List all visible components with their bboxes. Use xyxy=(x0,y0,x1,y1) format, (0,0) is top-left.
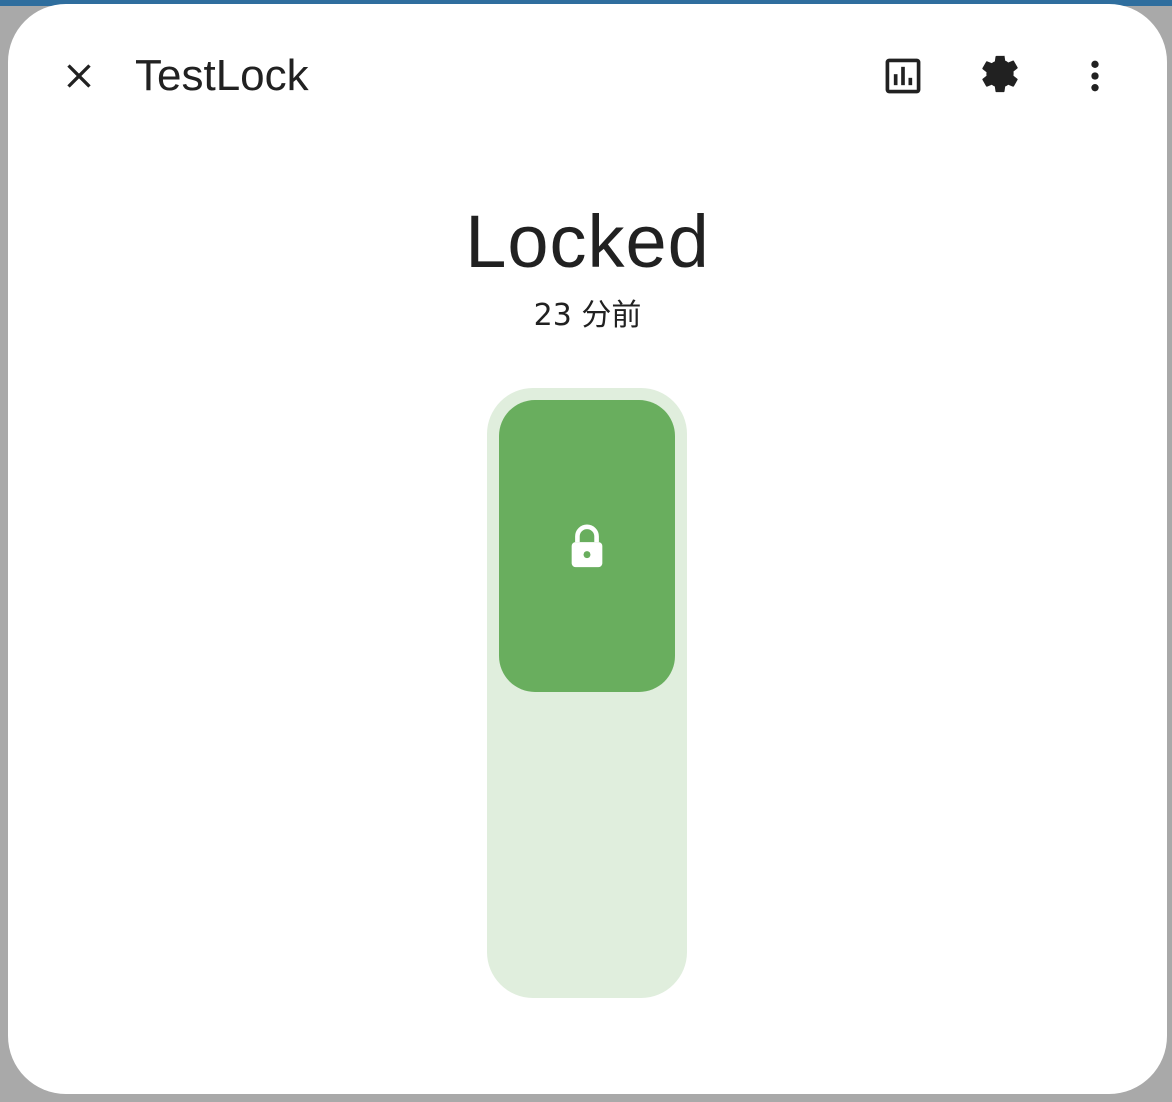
close-icon xyxy=(67,64,91,88)
lock-toggle-switch[interactable] xyxy=(487,388,687,998)
lock-icon xyxy=(571,524,603,568)
chart-box-icon xyxy=(885,58,921,94)
history-button[interactable] xyxy=(871,44,935,108)
lock-toggle-knob[interactable] xyxy=(499,400,675,692)
more-info-dialog: TestLock Locked 23 分前 xyxy=(8,4,1167,1094)
dots-vertical-icon xyxy=(1091,60,1099,92)
cog-icon xyxy=(982,55,1018,93)
lock-state-label: Locked xyxy=(465,200,710,283)
close-button[interactable] xyxy=(47,44,111,108)
more-options-button[interactable] xyxy=(1063,44,1127,108)
last-changed-label: 23 分前 xyxy=(533,298,642,333)
settings-button[interactable] xyxy=(966,44,1030,108)
dialog-title: TestLock xyxy=(135,51,309,100)
dialog-header: TestLock xyxy=(8,4,1167,144)
